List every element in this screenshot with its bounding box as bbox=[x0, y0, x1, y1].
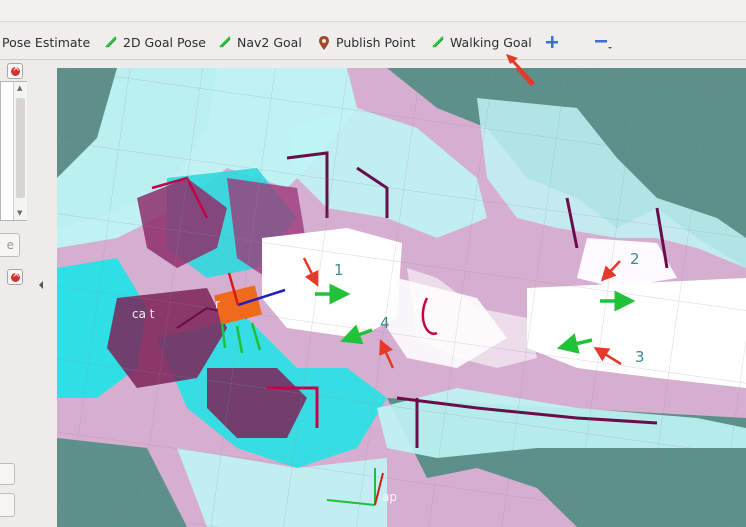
costmap-canvas[interactable]: ca t r ap 1 2 3 4 bbox=[57, 68, 746, 527]
remove-tool-button[interactable] bbox=[594, 32, 619, 52]
bottom-button-1[interactable] bbox=[0, 463, 15, 485]
tool-publish-point[interactable]: Publish Point bbox=[317, 32, 416, 52]
add-tool-button[interactable] bbox=[545, 32, 564, 52]
goal-label-1: 1 bbox=[334, 261, 344, 279]
close-icon bbox=[11, 63, 20, 76]
tools-toolbar: Pose Estimate 2D Goal Pose Nav2 Goal Pub… bbox=[0, 22, 746, 60]
toolbar-annotation-arrow bbox=[506, 54, 536, 86]
tool-walking-goal[interactable]: Walking Goal bbox=[431, 32, 532, 52]
remove-tool-icon bbox=[594, 35, 614, 49]
panel2-close-button[interactable] bbox=[7, 269, 23, 285]
collapse-panel-icon[interactable] bbox=[37, 276, 45, 289]
menu-strip bbox=[0, 0, 746, 22]
panel-button-label: e bbox=[6, 238, 14, 252]
close-icon bbox=[11, 269, 20, 282]
frame-label-map: ap bbox=[382, 490, 397, 504]
displays-panel: ▲ ▼ e bbox=[0, 61, 37, 527]
rviz-window: { "toolbar": { "pose_estimate": "Pose Es… bbox=[0, 0, 746, 527]
tool-pose-estimate-label: Pose Estimate bbox=[2, 34, 91, 50]
scroll-thumb[interactable] bbox=[16, 98, 25, 198]
goal-label-3: 3 bbox=[635, 348, 645, 366]
tool-walking-goal-label: Walking Goal bbox=[450, 34, 532, 50]
panel-button[interactable]: e bbox=[0, 233, 20, 257]
goal-label-2: 2 bbox=[630, 250, 640, 268]
tool-nav2-goal[interactable]: Nav2 Goal bbox=[218, 32, 302, 52]
bottom-button-2[interactable] bbox=[0, 493, 15, 517]
map-viewport[interactable]: ca t r ap 1 2 3 4 bbox=[57, 68, 746, 527]
tool-nav2-goal-label: Nav2 Goal bbox=[237, 34, 302, 50]
scroll-up-icon[interactable]: ▲ bbox=[17, 84, 22, 92]
nav2-goal-icon bbox=[218, 35, 232, 49]
panel-close-button[interactable] bbox=[7, 63, 23, 79]
displays-scrollbar[interactable]: ▲ ▼ bbox=[13, 82, 27, 220]
displays-tree[interactable]: ▲ ▼ bbox=[0, 81, 27, 221]
goal-label-4: 4 bbox=[380, 314, 390, 332]
tool-publish-point-label: Publish Point bbox=[336, 34, 416, 50]
walking-goal-icon bbox=[431, 35, 445, 49]
tool-2d-goal-pose-label: 2D Goal Pose bbox=[123, 34, 206, 50]
scroll-down-icon[interactable]: ▼ bbox=[17, 209, 22, 217]
publish-point-icon bbox=[317, 35, 331, 50]
tool-2d-goal-pose[interactable]: 2D Goal Pose bbox=[104, 32, 206, 52]
frame-label: ca t bbox=[132, 307, 155, 321]
frame-label-r: r bbox=[215, 297, 220, 311]
goal-pose-icon bbox=[104, 35, 118, 49]
add-tool-icon bbox=[545, 35, 559, 49]
tool-pose-estimate[interactable]: Pose Estimate bbox=[2, 32, 90, 52]
